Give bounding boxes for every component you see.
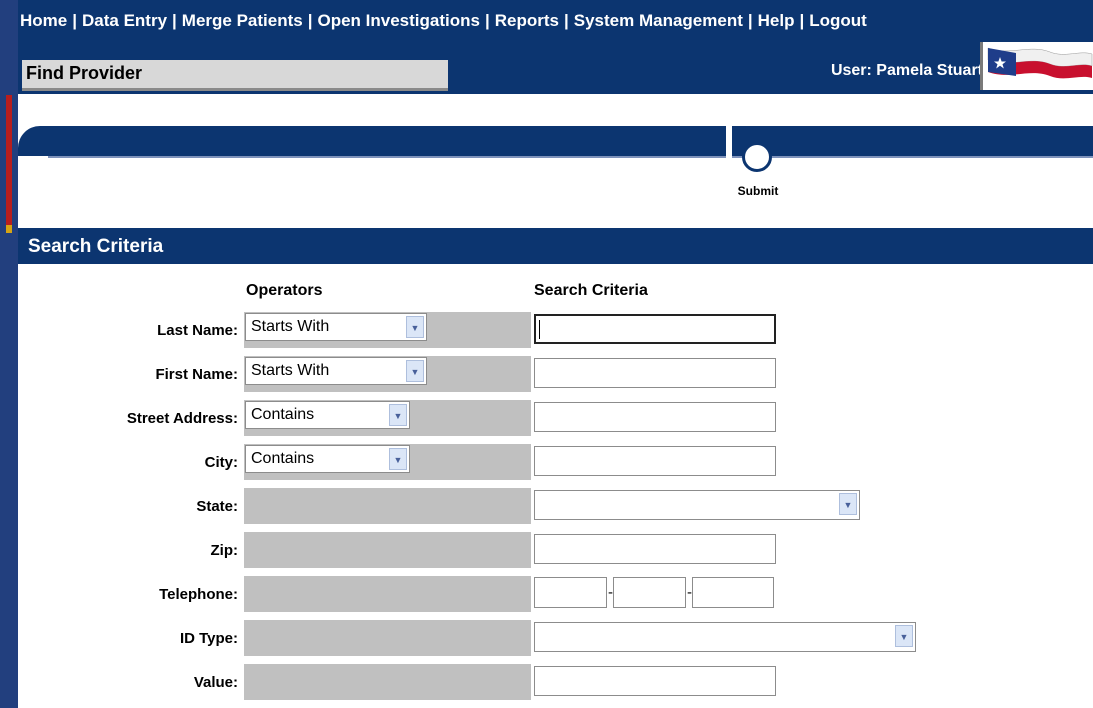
street-address-operator-cell: Contains ▼ <box>244 400 531 436</box>
top-navigation: Home | Data Entry | Merge Patients | Open Inve… <box>18 0 1093 42</box>
left-accent-gold <box>6 225 12 233</box>
first-name-operator-select[interactable]: Starts With ▼ <box>245 357 427 385</box>
city-operator-cell: Contains ▼ <box>244 444 531 480</box>
nav-link-system-management[interactable]: System Management <box>574 11 743 30</box>
street-address-operator-value: Contains <box>251 406 315 423</box>
chevron-down-icon: ▼ <box>406 360 424 382</box>
left-accent-red <box>6 95 12 225</box>
chevron-down-icon: ▼ <box>895 625 913 647</box>
zip-label: Zip: <box>210 542 239 559</box>
nav-separator: | <box>747 11 753 30</box>
zip-input[interactable] <box>534 534 776 564</box>
street-address-operator-select[interactable]: Contains ▼ <box>245 401 410 429</box>
telephone-line-input[interactable] <box>692 577 774 608</box>
telephone-prefix-input[interactable] <box>613 577 686 608</box>
nav-link-home[interactable]: Home <box>20 11 67 30</box>
value-operator-cell <box>244 664 531 700</box>
value-input[interactable] <box>534 666 776 696</box>
city-operator-value: Contains <box>251 450 315 467</box>
nav-separator: | <box>563 11 569 30</box>
city-input[interactable] <box>534 446 776 476</box>
telephone-area-code-input[interactable] <box>534 577 607 608</box>
text-caret <box>539 320 540 339</box>
texas-flag-icon <box>980 42 1093 90</box>
first-name-input[interactable] <box>534 358 776 388</box>
chevron-down-icon: ▼ <box>839 493 857 515</box>
nav-separator: | <box>307 11 313 30</box>
street-address-label: Street Address: <box>126 410 238 427</box>
id-type-label: ID Type: <box>179 630 238 647</box>
city-operator-select[interactable]: Contains ▼ <box>245 445 410 473</box>
last-name-input[interactable] <box>534 314 776 344</box>
criteria-column-header: Search Criteria <box>534 282 648 299</box>
search-criteria-section-header: Search Criteria <box>18 228 1093 264</box>
nav-link-logout[interactable]: Logout <box>809 11 867 30</box>
section-title: Search Criteria <box>28 236 164 257</box>
nav-link-merge-patients[interactable]: Merge Patients <box>182 11 303 30</box>
nav-separator: | <box>172 11 177 30</box>
first-name-operator-value: Starts With <box>251 362 330 379</box>
state-select[interactable]: ▼ <box>534 490 860 520</box>
zip-operator-cell <box>244 532 531 568</box>
telephone-operator-cell <box>244 576 531 612</box>
value-label: Value: <box>193 674 238 691</box>
street-address-input[interactable] <box>534 402 776 432</box>
telephone-label: Telephone: <box>159 586 238 603</box>
submit-circle-icon <box>742 142 772 172</box>
chevron-down-icon: ▼ <box>389 404 407 426</box>
first-name-operator-cell: Starts With ▼ <box>244 356 531 392</box>
toolbar-banner-left <box>18 126 726 156</box>
id-type-select[interactable]: ▼ <box>534 622 916 652</box>
state-operator-cell <box>244 488 531 524</box>
id-type-operator-cell <box>244 620 531 656</box>
first-name-label: First Name: <box>155 366 238 383</box>
submit-button[interactable]: Submit <box>734 142 786 202</box>
operators-column-header: Operators <box>246 282 323 299</box>
last-name-operator-value: Starts With <box>251 318 330 335</box>
nav-separator: | <box>484 11 490 30</box>
last-name-operator-cell: Starts With ▼ <box>244 312 531 348</box>
nav-link-help[interactable]: Help <box>758 11 795 30</box>
submit-label: Submit <box>737 184 779 198</box>
toolbar-banner-right <box>732 126 1093 156</box>
last-name-operator-select[interactable]: Starts With ▼ <box>245 313 427 341</box>
toolbar-underline-right <box>732 156 1093 158</box>
page-title-box: Find Provider <box>22 60 448 91</box>
nav-link-data-entry[interactable]: Data Entry <box>82 11 167 30</box>
header-bar: Find Provider User: Pamela Stuart <box>18 42 1093 94</box>
chevron-down-icon: ▼ <box>389 448 407 470</box>
nav-link-open-investigations[interactable]: Open Investigations <box>318 11 480 30</box>
page-title: Find Provider <box>26 63 143 83</box>
nav-links: Home | Data Entry | Merge Patients | Open Inve… <box>20 11 867 31</box>
toolbar-underline <box>48 156 726 158</box>
user-label: User: Pamela Stuart <box>830 62 983 79</box>
last-name-label: Last Name: <box>157 322 238 339</box>
city-label: City: <box>204 454 238 471</box>
main-content: Submit Search Criteria Operators Search … <box>18 94 1093 708</box>
nav-separator: | <box>799 11 805 30</box>
nav-link-reports[interactable]: Reports <box>495 11 559 30</box>
chevron-down-icon: ▼ <box>406 316 424 338</box>
nav-separator: | <box>72 11 77 30</box>
state-label: State: <box>196 498 238 515</box>
